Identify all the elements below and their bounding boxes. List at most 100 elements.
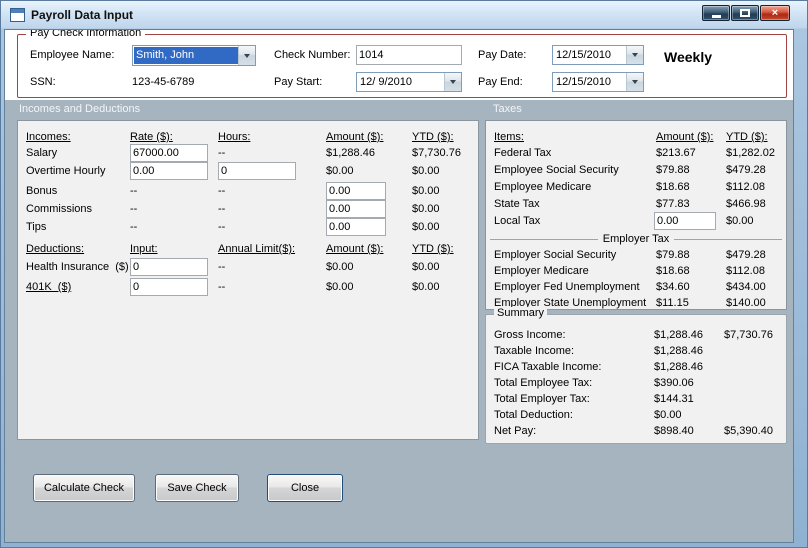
salary-rate-input[interactable] (130, 144, 208, 162)
income-row-bonus: Bonus -- -- $0.00 (18, 182, 478, 201)
column-header: YTD ($): (412, 131, 454, 143)
ytd-value: $0.00 (412, 281, 440, 293)
income-row-overtime: Overtime Hourly $0.00 $0.00 (18, 162, 478, 181)
column-header: Deductions: (26, 243, 85, 255)
hours-value: -- (218, 147, 226, 159)
overtime-rate-input[interactable] (130, 162, 208, 180)
tax-row-state: State Tax $77.83 $466.98 (486, 196, 786, 214)
amount-value: $898.40 (654, 425, 694, 437)
row-label: Gross Income: (494, 329, 566, 341)
pay-start-value: 12/ 9/2010 (360, 76, 412, 88)
column-header: Input: (130, 243, 158, 255)
amount-value: $0.00 (326, 165, 354, 177)
row-label: Taxable Income: (494, 345, 575, 357)
pay-frequency-label: Weekly (664, 49, 712, 65)
row-label: Total Employee Tax: (494, 377, 593, 389)
maximize-button[interactable] (731, 5, 759, 21)
dropdown-button (238, 46, 255, 65)
dropdown-button (626, 73, 643, 91)
column-header: Items: (494, 131, 524, 143)
window-title: Payroll Data Input (31, 8, 134, 22)
income-row-salary: Salary -- $1,288.46 $7,730.76 (18, 144, 478, 163)
bonus-amount-input[interactable] (326, 182, 386, 200)
pay-date-value: 12/15/2010 (556, 49, 612, 61)
payroll-window: Payroll Data Input × Pay Check Informati… (0, 0, 808, 548)
section-header-incomes-deductions: Incomes and Deductions (19, 103, 141, 115)
pay-start-picker[interactable]: 12/ 9/2010 (356, 72, 462, 92)
pay-end-picker[interactable]: 12/15/2010 (552, 72, 644, 92)
save-check-button[interactable]: Save Check (155, 474, 239, 502)
amount-value: $0.00 (326, 261, 354, 273)
limit-value: -- (218, 261, 226, 273)
row-label: Net Pay: (494, 425, 537, 437)
chevron-down-icon (632, 80, 638, 84)
commissions-amount-input[interactable] (326, 200, 386, 218)
401k-input[interactable] (130, 278, 208, 296)
row-label: Employee Social Security (494, 164, 619, 176)
row-label: Employer Social Security (494, 249, 617, 261)
column-header: Amount ($): (656, 131, 714, 143)
deduction-row-health-insurance: Health Insurance ($) -- $0.00 $0.00 (18, 258, 478, 277)
dropdown-button (444, 73, 461, 91)
local-tax-input[interactable] (654, 212, 716, 230)
ytd-value: $466.98 (726, 198, 766, 210)
paycheck-info-legend: Pay Check Information (26, 30, 146, 39)
titlebar: Payroll Data Input × (1, 1, 807, 29)
amount-value: $1,288.46 (654, 361, 703, 373)
dropdown-button (626, 46, 643, 64)
tips-amount-input[interactable] (326, 218, 386, 236)
close-button[interactable]: Close (267, 474, 343, 502)
summary-group: Summary Gross Income: $1,288.46 $7,730.7… (485, 307, 787, 444)
ytd-value: $5,390.40 (724, 425, 773, 437)
pay-end-label: Pay End: (478, 76, 523, 88)
hours-value: -- (218, 203, 226, 215)
chevron-down-icon (450, 80, 456, 84)
column-header: Rate ($): (130, 131, 173, 143)
ytd-value: $0.00 (412, 185, 440, 197)
amount-value: $0.00 (654, 409, 682, 421)
row-label: Local Tax (494, 215, 541, 227)
ytd-value: $479.28 (726, 249, 766, 261)
amount-value: $144.31 (654, 393, 694, 405)
ytd-value: $0.00 (412, 165, 440, 177)
health-insurance-input[interactable] (130, 258, 208, 276)
taxes-panel: Items: Amount ($): YTD ($): Federal Tax … (485, 120, 787, 310)
overtime-hours-input[interactable] (218, 162, 296, 180)
incomes-deductions-panel: Incomes: Rate ($): Hours: Amount ($): YT… (17, 120, 479, 440)
row-label: Commissions (26, 203, 93, 215)
row-label: Total Employer Tax: (494, 393, 590, 405)
ssn-label: SSN: (30, 76, 56, 88)
section-header-taxes: Taxes (493, 103, 522, 115)
ssn-value: 123-45-6789 (132, 76, 195, 88)
deduction-row-401k: 401K ($) -- $0.00 $0.00 (18, 278, 478, 297)
employer-tax-separator: Employer Tax (490, 231, 782, 247)
tax-row-local: Local Tax $0.00 (486, 212, 786, 231)
column-header: Annual Limit($): (218, 243, 296, 255)
column-header: Amount ($): (326, 131, 384, 143)
column-header: YTD ($): (726, 131, 768, 143)
amount-value: $77.83 (656, 198, 690, 210)
row-label: Tips (26, 221, 47, 233)
ytd-value: $140.00 (726, 297, 766, 309)
separator-line (674, 238, 782, 240)
paycheck-info-group: Pay Check Information Employee Name: Smi… (17, 30, 787, 98)
calculate-check-button[interactable]: Calculate Check (33, 474, 135, 502)
close-window-button[interactable]: × (760, 5, 790, 21)
income-row-tips: Tips -- -- $0.00 (18, 218, 478, 237)
check-number-input[interactable] (356, 45, 462, 65)
summary-row-net-pay: Net Pay: $898.40 $5,390.40 (486, 423, 786, 441)
employee-name-combobox[interactable]: Smith, John (132, 45, 256, 66)
ytd-value: $0.00 (726, 215, 754, 227)
employer-tax-group-label: Employer Tax (602, 233, 670, 245)
row-label: Health Insurance ($) (26, 261, 129, 273)
minimize-button[interactable] (702, 5, 730, 21)
amount-value: $79.88 (656, 249, 690, 261)
pay-date-picker[interactable]: 12/15/2010 (552, 45, 644, 65)
amount-value: $1,288.46 (326, 147, 375, 159)
amount-value: $213.67 (656, 147, 696, 159)
chevron-down-icon (244, 53, 250, 58)
row-label: Overtime Hourly (26, 165, 106, 177)
row-label: Employer Fed Unemployment (494, 281, 640, 293)
row-label: FICA Taxable Income: (494, 361, 602, 373)
chevron-down-icon (632, 53, 638, 57)
